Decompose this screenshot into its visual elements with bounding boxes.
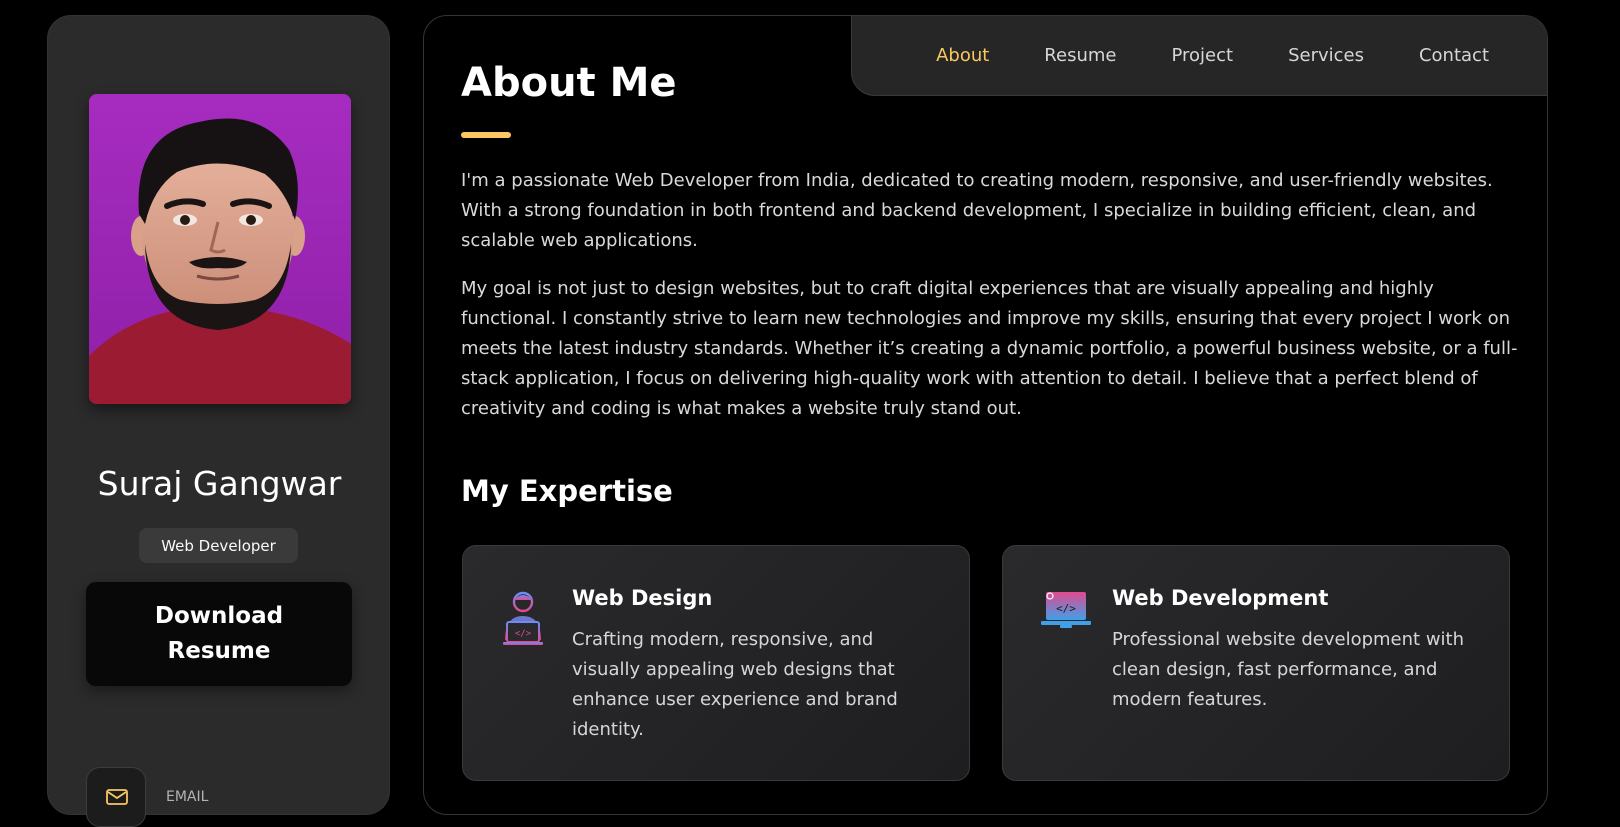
card-title: Web Development <box>1112 586 1329 610</box>
about-paragraph: My goal is not just to design websites, … <box>461 278 1518 419</box>
card-text: Professional website development with cl… <box>1112 629 1465 710</box>
expertise-title: My Expertise <box>461 474 673 508</box>
card-title: Web Design <box>572 586 713 610</box>
main-content: About Resume Project Services Contact Ab… <box>423 15 1548 815</box>
page-title: About Me <box>461 60 677 106</box>
nav-resume[interactable]: Resume <box>1044 45 1116 66</box>
developer-person-icon: </> <box>501 590 545 650</box>
about-paragraph: I'm a passionate Web Developer from Indi… <box>461 170 1493 251</box>
nav-project[interactable]: Project <box>1171 45 1233 66</box>
role-badge: Web Developer <box>139 528 298 563</box>
profile-name: Suraj Gangwar <box>97 464 342 503</box>
card-text: Crafting modern, responsive, and visuall… <box>572 629 898 740</box>
profile-sidebar: Suraj Gangwar Web Developer Download Res… <box>47 15 390 827</box>
contact-email-label: EMAIL <box>166 789 209 805</box>
title-underline <box>461 132 511 138</box>
svg-text:</>: </> <box>1056 602 1076 615</box>
svg-text:</>: </> <box>515 629 532 639</box>
profile-photo <box>89 94 351 404</box>
expertise-card-web-design: </> Web Design Crafting modern, responsi… <box>462 545 970 781</box>
mail-icon <box>86 767 146 827</box>
nav-services[interactable]: Services <box>1288 45 1364 66</box>
top-navbar: About Resume Project Services Contact <box>851 16 1547 96</box>
laptop-code-icon: </> <box>1041 590 1091 634</box>
expertise-card-web-development: </> Web Development Professional website… <box>1002 545 1510 781</box>
download-resume-button[interactable]: Download Resume <box>86 582 352 686</box>
nav-contact[interactable]: Contact <box>1419 45 1489 66</box>
nav-about[interactable]: About <box>936 45 989 66</box>
